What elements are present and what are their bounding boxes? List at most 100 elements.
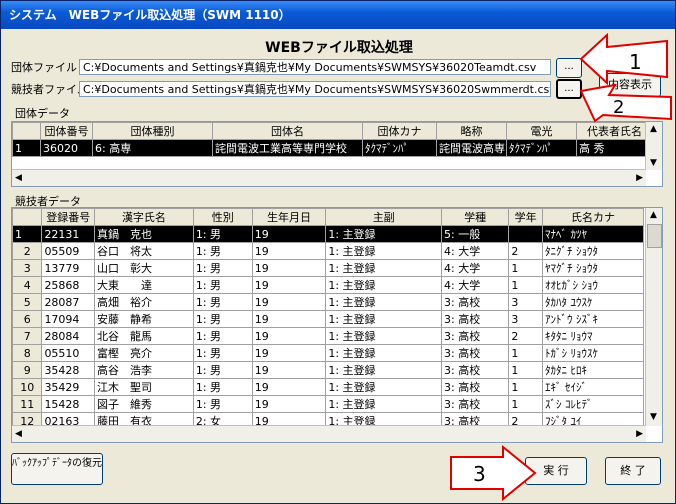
- table-row[interactable]: 1 22131 真鍋 克也 1: 男 19 1: 主登録 5: 一般 ﾏﾅﾍﾞ ｶﾂﾔ: [12, 225, 645, 243]
- cell: 2: [508, 327, 543, 345]
- cell: 1: 主登録: [325, 259, 443, 277]
- col-header[interactable]: 団体カナ: [362, 122, 437, 140]
- cell: 1: [12, 139, 41, 157]
- team-grid-header: 団体番号 団体種別 団体名 団体カナ 略称 電光 代表者氏名: [12, 122, 653, 140]
- col-header[interactable]: 団体名: [212, 122, 363, 140]
- restore-backup-button[interactable]: ﾊﾞｯｸｱｯﾌﾟﾃﾞｰﾀの復元: [11, 453, 103, 485]
- cell: 1: 主登録: [325, 225, 443, 243]
- swimmer-grid-hscroll[interactable]: ◀ ▶: [12, 425, 646, 442]
- swimmer-grid-header: 登録番号 漢字氏名 性別 生年月日 主副 学種 学年 氏名カナ: [12, 208, 645, 226]
- table-row[interactable]: 3 13779 山口 彰大 1: 男 19 1: 主登録 4: 大学 1 ﾔﾏｸﾞﾁ ｼｮｳﾀ: [12, 259, 645, 277]
- cell: 1: [508, 361, 543, 379]
- cell: 1: 男: [192, 378, 253, 396]
- scroll-thumb[interactable]: [647, 224, 662, 248]
- row-number-cell: 3: [12, 259, 43, 277]
- col-header[interactable]: 代表者氏名: [576, 122, 653, 140]
- cell: 1: 男: [192, 259, 253, 277]
- row-number-cell: 1: [12, 225, 43, 243]
- scroll-down-icon[interactable]: ▼: [650, 412, 657, 422]
- scroll-up-icon[interactable]: ▲: [650, 210, 657, 220]
- table-row[interactable]: 8 05510 富樫 亮介 1: 男 19 1: 主登録 3: 高校 1 ﾄｶﾞｼ ﾘｮｳｽｹ: [12, 344, 645, 362]
- corner-cell: [12, 122, 41, 140]
- cell: 北谷 龍馬: [94, 327, 194, 345]
- team-data-grid[interactable]: 団体番号 団体種別 団体名 団体カナ 略称 電光 代表者氏名 1 36020 6…: [11, 121, 663, 187]
- team-grid-vscroll[interactable]: ▲ ▼: [645, 122, 662, 170]
- cell: ﾔﾏｸﾞﾁ ｼｮｳﾀ: [541, 259, 645, 277]
- cell: 4: 大学: [441, 242, 510, 260]
- cell: 19: [251, 293, 327, 311]
- cell: 3: 高校: [441, 344, 510, 362]
- cell: 谷口 将太: [94, 242, 194, 260]
- col-header[interactable]: 団体種別: [92, 122, 213, 140]
- row-number-cell: 9: [12, 361, 43, 379]
- cell: 3: 高校: [441, 293, 510, 311]
- table-row[interactable]: 4 25868 大東 達 1: 男 19 1: 主登録 4: 大学 1 ｵｵﾋｶﾞｼ ｼｮｳ: [12, 276, 645, 294]
- cell: 1: 主登録: [325, 361, 443, 379]
- col-header[interactable]: 生年月日: [251, 208, 327, 226]
- scroll-right-icon[interactable]: ▶: [636, 429, 643, 439]
- cell: 1: [508, 395, 543, 413]
- callout-arrow-3: 3: [450, 445, 537, 501]
- col-header[interactable]: 学種: [441, 208, 510, 226]
- col-header[interactable]: 性別: [192, 208, 253, 226]
- cell: 35428: [41, 361, 96, 379]
- table-row[interactable]: 1 36020 6: 高専 詫間電波工業高等専門学校 ﾀｸﾏﾃﾞﾝﾊﾟ 詫間電波…: [12, 139, 653, 157]
- scroll-right-icon[interactable]: ▶: [636, 173, 643, 183]
- row-number-cell: 10: [12, 378, 43, 396]
- col-header[interactable]: 電光: [506, 122, 577, 140]
- page-title: WEBファイル取込処理: [265, 40, 413, 56]
- col-header[interactable]: 略称: [436, 122, 507, 140]
- cell: 17094: [41, 310, 96, 328]
- cell: ﾄｶﾞｼ ﾘｮｳｽｹ: [541, 344, 645, 362]
- exit-button[interactable]: 終 了: [605, 457, 661, 485]
- row-number-cell: 4: [12, 276, 43, 294]
- cell: 3: [508, 293, 543, 311]
- team-file-path-field[interactable]: C:¥Documents and Settings¥真鍋克也¥My Docume…: [79, 59, 551, 75]
- team-grid-hscroll[interactable]: ◀ ▶: [12, 169, 646, 186]
- cell: 19: [251, 259, 327, 277]
- table-row[interactable]: 10 35429 江木 聖司 1: 男 19 1: 主登録 3: 高校 1 ｴｷﾞ ｾｲｼﾞ: [12, 378, 645, 396]
- table-row[interactable]: 11 15428 図子 維秀 1: 男 19 1: 主登録 3: 高校 1 ｽﾞｼ ｺﾚﾋﾃﾞ: [12, 395, 645, 413]
- cell: 1: 主登録: [325, 242, 443, 260]
- cell: 13779: [41, 259, 96, 277]
- swimmer-file-path-field[interactable]: C:¥Documents and Settings¥真鍋克也¥My Docume…: [79, 81, 551, 97]
- cell: 1: 主登録: [325, 276, 443, 294]
- col-header[interactable]: 漢字氏名: [94, 208, 194, 226]
- cell: 1: 主登録: [325, 378, 443, 396]
- col-header[interactable]: 団体番号: [40, 122, 93, 140]
- cell: 1: 主登録: [325, 327, 443, 345]
- table-row[interactable]: 5 28087 高畑 裕介 1: 男 19 1: 主登録 3: 高校 3 ﾀｶﾊﾀ ﾕｳｽｹ: [12, 293, 645, 311]
- col-header[interactable]: 主副: [325, 208, 443, 226]
- table-row[interactable]: 9 35428 高谷 浩李 1: 男 19 1: 主登録 3: 高校 1 ﾀｶﾀﾆ ﾋﾛｷ: [12, 361, 645, 379]
- cell: 36020: [40, 139, 93, 157]
- cell: ﾀｸﾏﾃﾞﾝﾊﾟ: [362, 139, 437, 157]
- cell: 1: 男: [192, 310, 253, 328]
- cell: 1: 主登録: [325, 395, 443, 413]
- cell: 1: 男: [192, 276, 253, 294]
- col-header[interactable]: 氏名カナ: [541, 208, 645, 226]
- cell: 15428: [41, 395, 96, 413]
- cell: 高畑 裕介: [94, 293, 194, 311]
- swimmer-data-grid[interactable]: 登録番号 漢字氏名 性別 生年月日 主副 学種 学年 氏名カナ 1 22131 真鍋…: [11, 207, 663, 443]
- cell: 35429: [41, 378, 96, 396]
- scroll-down-icon[interactable]: ▼: [650, 158, 657, 168]
- table-row[interactable]: 7 28084 北谷 龍馬 1: 男 19 1: 主登録 3: 高校 2 ｷﾀﾀﾆ ﾘｮｳﾏ: [12, 327, 645, 345]
- scroll-left-icon[interactable]: ◀: [15, 173, 22, 183]
- cell: ｷﾀﾀﾆ ﾘｮｳﾏ: [541, 327, 645, 345]
- scroll-up-icon[interactable]: ▲: [650, 124, 657, 134]
- row-number-cell: 8: [12, 344, 43, 362]
- col-header[interactable]: 登録番号: [41, 208, 96, 226]
- table-row[interactable]: 2 05509 谷口 将太 1: 男 19 1: 主登録 4: 大学 2 ﾀﾆｸﾞﾁ ｼｮｳﾀ: [12, 242, 645, 260]
- cell: 高谷 浩李: [94, 361, 194, 379]
- cell: 1: 男: [192, 293, 253, 311]
- swimmer-grid-vscroll[interactable]: ▲ ▼: [645, 208, 662, 426]
- scroll-left-icon[interactable]: ◀: [15, 429, 22, 439]
- row-number-cell: 2: [12, 242, 43, 260]
- table-row[interactable]: 6 17094 安藤 静希 1: 男 19 1: 主登録 3: 高校 3 ｱﾝﾄﾞｳ ｼｽﾞｷ: [12, 310, 645, 328]
- main-window: システム WEBファイル取込処理（SWM 1110） WEBファイル取込処理 団…: [0, 0, 676, 504]
- cell: 詫間電波工業高等専門学校: [212, 139, 363, 157]
- callout-number: 1: [629, 50, 642, 74]
- cell: 28084: [41, 327, 96, 345]
- row-number-cell: 11: [12, 395, 43, 413]
- col-header[interactable]: 学年: [508, 208, 543, 226]
